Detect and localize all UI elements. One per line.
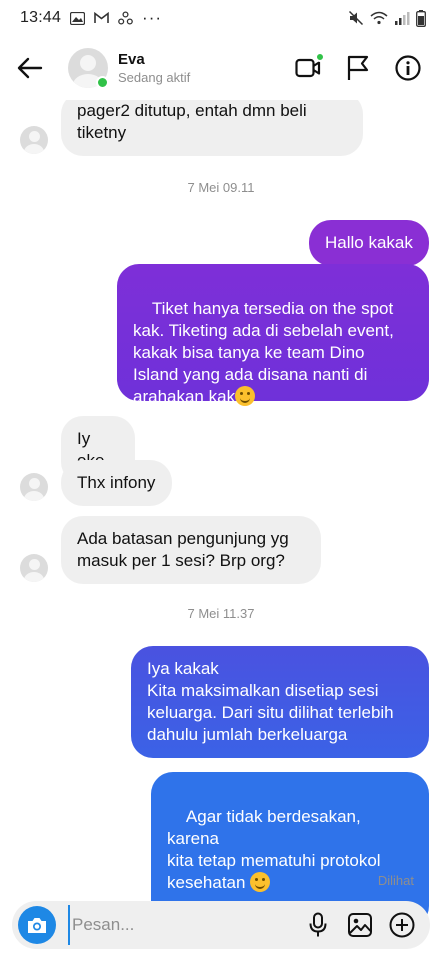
sender-avatar <box>20 126 48 154</box>
conversation-header: Eva Sedang aktif <box>0 36 442 100</box>
sender-avatar <box>20 554 48 582</box>
more-notifications-indicator: ··· <box>142 8 163 27</box>
microphone-icon <box>309 912 327 937</box>
contact-name: Eva <box>118 51 145 68</box>
message-input[interactable] <box>68 905 288 945</box>
wifi-icon <box>370 11 388 25</box>
info-icon <box>395 55 421 81</box>
gallery-notification-icon <box>70 11 86 25</box>
camera-icon <box>28 917 46 933</box>
contact-status: Sedang aktif <box>118 70 191 85</box>
camera-button[interactable] <box>18 906 56 944</box>
smiling-face-emoji <box>250 872 271 892</box>
info-button[interactable] <box>394 54 422 82</box>
sender-avatar <box>20 473 48 501</box>
incoming-message[interactable]: Thx infony <box>61 460 172 506</box>
back-arrow-icon <box>17 57 43 79</box>
gallery-button[interactable] <box>346 911 374 939</box>
gallery-icon <box>348 913 372 937</box>
smiling-face-emoji <box>235 386 256 406</box>
flag-icon <box>347 55 369 80</box>
back-button[interactable] <box>0 36 60 100</box>
message-composer <box>12 901 430 949</box>
outgoing-message[interactable]: Iya kakak Kita maksimalkan disetiap sesi… <box>131 646 429 758</box>
status-bar: 13:44 ··· <box>0 0 442 36</box>
battery-icon <box>416 9 426 27</box>
contact-info[interactable]: Eva Sedang aktif <box>118 51 190 85</box>
online-indicator <box>96 76 109 89</box>
status-time: 13:44 <box>20 9 62 26</box>
incoming-message[interactable]: pager2 ditutup, entah dmn beli tiketny <box>61 92 363 156</box>
message-text: Agar tidak berdesakan, karena kita tetap… <box>167 807 381 892</box>
app-notification-icon <box>118 11 133 25</box>
seen-indicator: Dilihat <box>377 873 414 888</box>
contact-avatar[interactable] <box>68 48 109 89</box>
signal-icon <box>394 11 410 25</box>
voice-message-button[interactable] <box>304 911 332 939</box>
incoming-message[interactable]: Ada batasan pengunjung yg masuk per 1 se… <box>61 516 321 584</box>
more-options-button[interactable] <box>388 911 416 939</box>
message-thread[interactable]: pager2 ditutup, entah dmn beli tiketny 7… <box>0 92 442 928</box>
timestamp: 7 Mei 09.11 <box>187 180 255 195</box>
mute-icon <box>348 10 364 26</box>
outgoing-message[interactable]: Tiket hanya tersedia on the spot kak. Ti… <box>117 264 429 406</box>
video-call-button[interactable] <box>294 52 325 82</box>
video-active-dot <box>315 52 325 62</box>
timestamp: 7 Mei 11.37 <box>187 606 255 621</box>
outgoing-message[interactable]: Hallo kakak <box>309 220 429 266</box>
report-button[interactable] <box>344 54 372 82</box>
plus-icon <box>389 912 415 938</box>
message-text: Tiket hanya tersedia on the spot kak. Ti… <box>133 299 394 406</box>
gmail-icon <box>94 12 109 24</box>
